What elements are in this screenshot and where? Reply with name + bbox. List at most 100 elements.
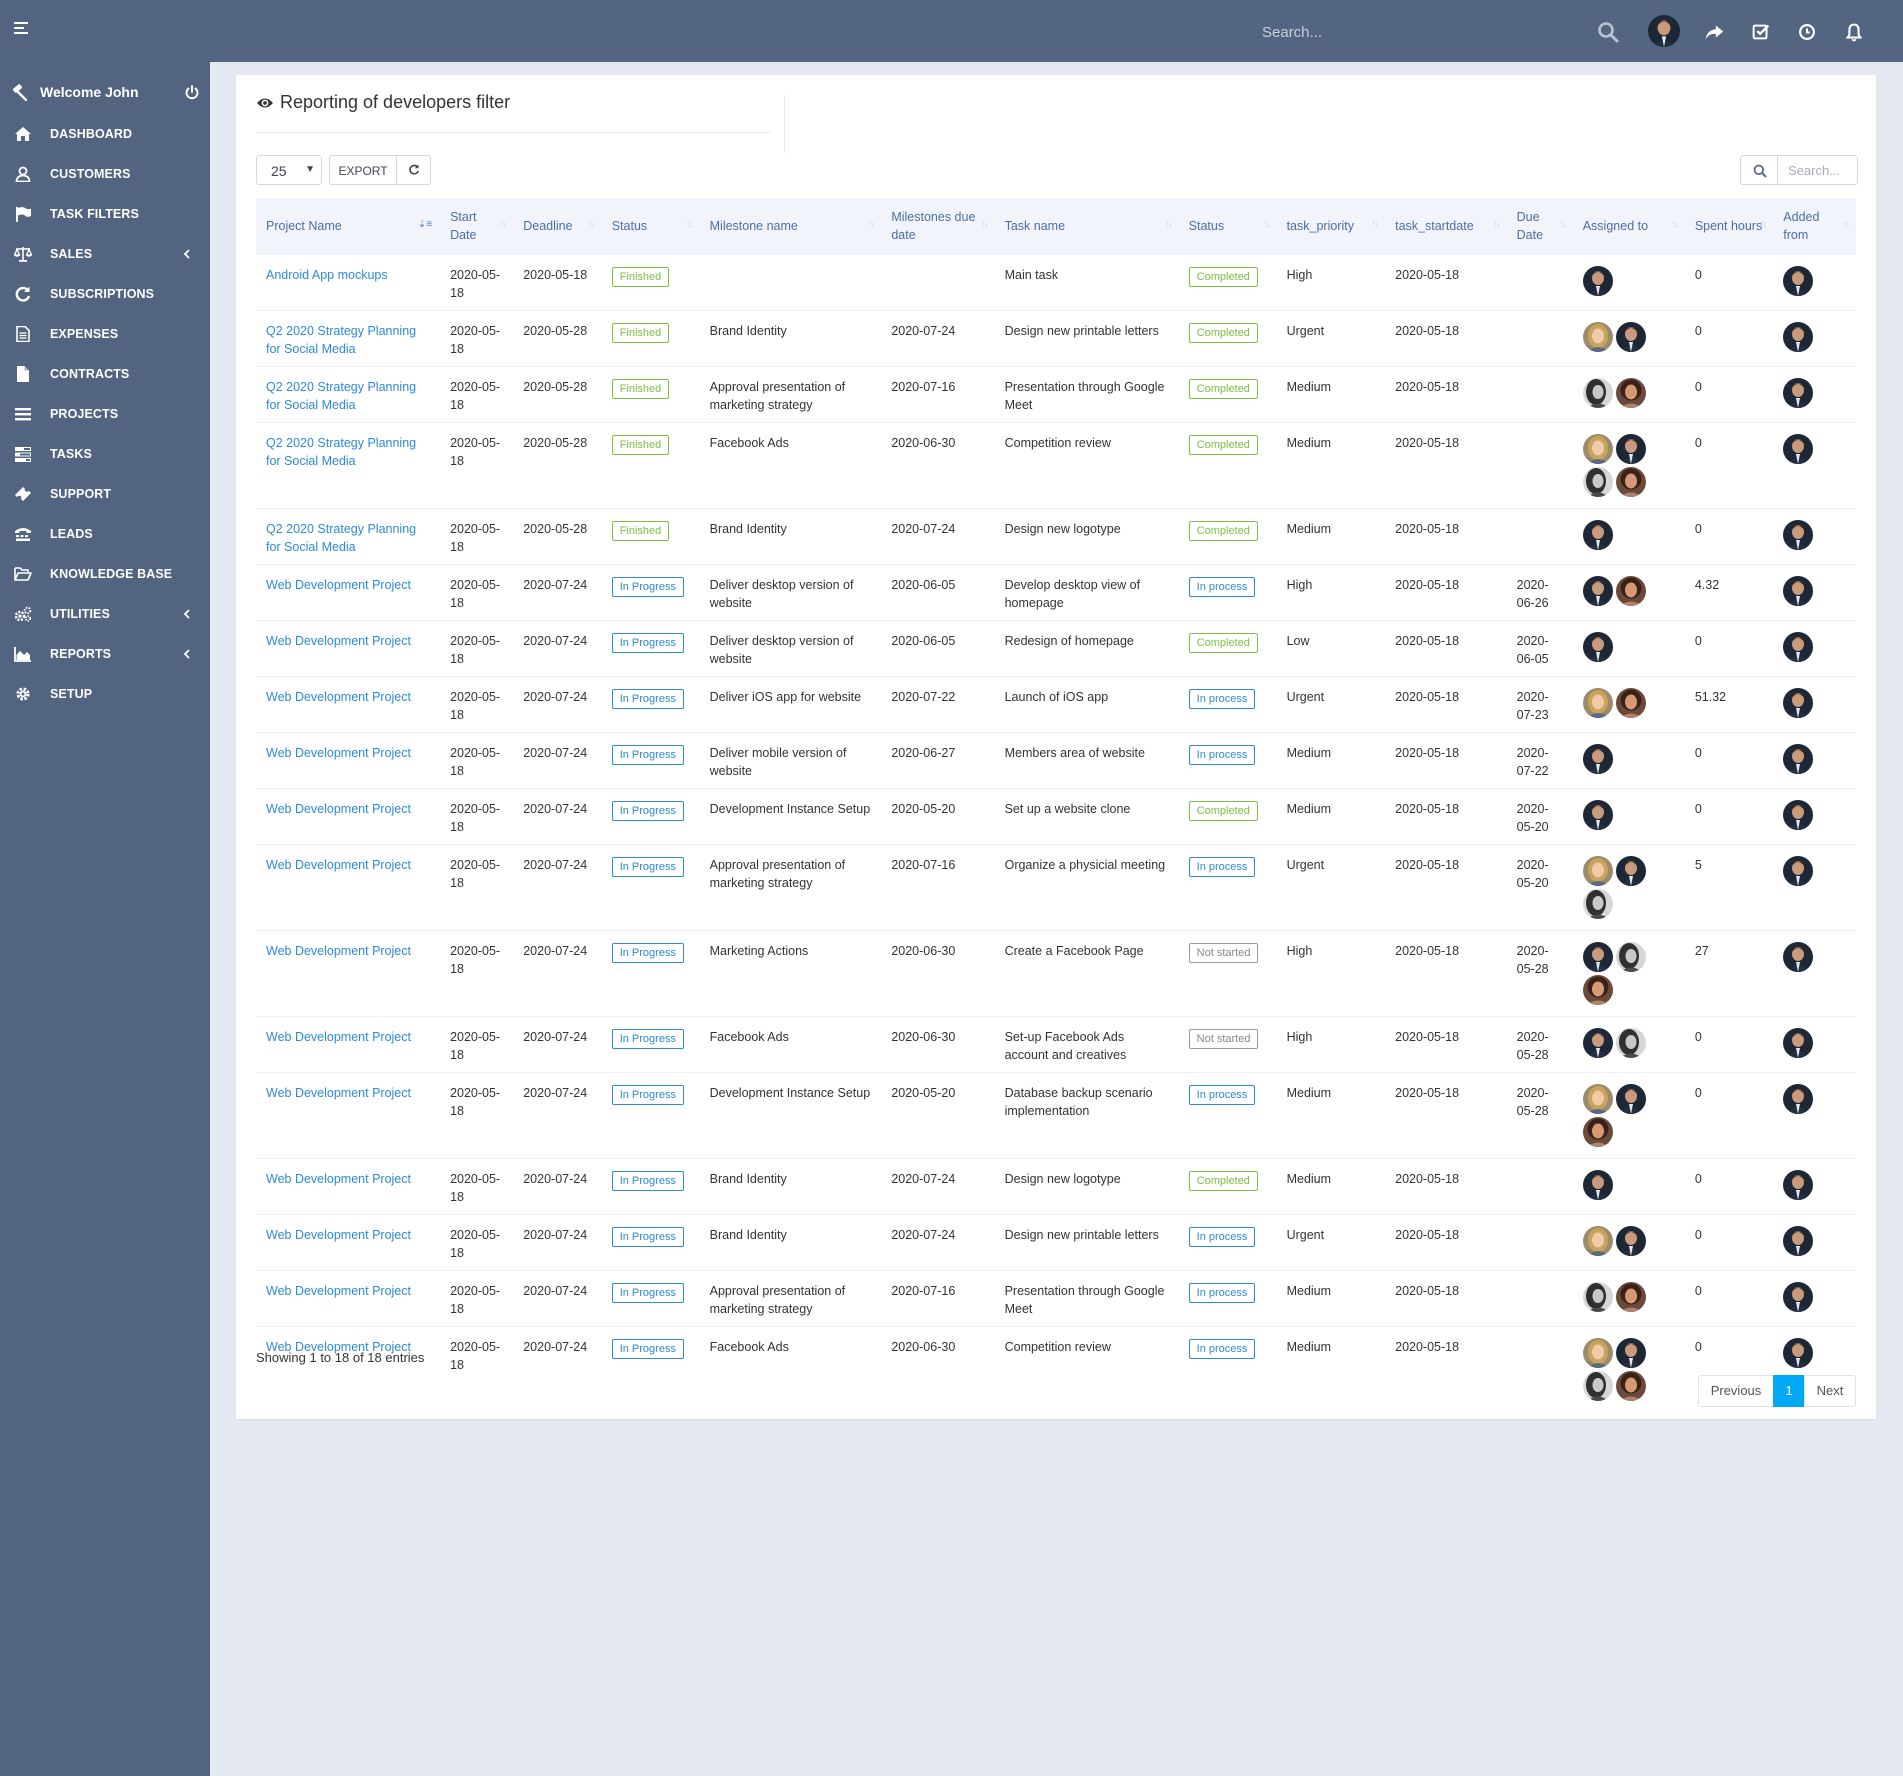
column-header-milestone-name[interactable]: Milestone name ↑↓ (699, 198, 882, 255)
male-avatar[interactable] (1615, 322, 1646, 352)
column-header-milestones-due-date[interactable]: Milestones due date ↑↓ (881, 198, 995, 255)
menu-icon[interactable] (14, 22, 28, 37)
sidebar-item-task-filters[interactable]: TASK FILTERS (0, 194, 210, 234)
project-link[interactable]: Web Development Project (266, 944, 411, 958)
curly-avatar[interactable] (1582, 1117, 1613, 1147)
sidebar-item-leads[interactable]: LEADS (0, 514, 210, 554)
clock-icon[interactable] (1796, 21, 1818, 43)
male-avatar[interactable] (1783, 378, 1814, 408)
bw-avatar[interactable] (1582, 1282, 1613, 1312)
curly-avatar[interactable] (1615, 467, 1646, 497)
male-avatar[interactable] (1783, 1170, 1814, 1200)
table-search-input[interactable] (1777, 155, 1858, 185)
blonde-avatar[interactable] (1582, 1226, 1613, 1256)
blonde-avatar[interactable] (1582, 434, 1613, 464)
male-avatar[interactable] (1582, 266, 1613, 296)
male-avatar[interactable] (1615, 1338, 1646, 1368)
male-avatar[interactable] (1582, 800, 1613, 830)
male-avatar[interactable] (1783, 520, 1814, 550)
user-avatar[interactable] (1648, 15, 1680, 47)
male-avatar[interactable] (1615, 1084, 1646, 1114)
male-avatar[interactable] (1582, 576, 1613, 606)
column-header-task-startdate[interactable]: task_startdate ↑↓ (1385, 198, 1507, 255)
sidebar-item-knowledge-base[interactable]: KNOWLEDGE BASE (0, 554, 210, 594)
male-avatar[interactable] (1783, 800, 1814, 830)
bw-avatar[interactable] (1615, 942, 1646, 972)
project-link[interactable]: Web Development Project (266, 634, 411, 648)
male-avatar[interactable] (1783, 266, 1814, 296)
project-link[interactable]: Web Development Project (266, 858, 411, 872)
sidebar-item-utilities[interactable]: UTILITIES (0, 594, 210, 634)
curly-avatar[interactable] (1615, 688, 1646, 718)
blonde-avatar[interactable] (1582, 322, 1613, 352)
male-avatar[interactable] (1582, 520, 1613, 550)
sidebar-item-contracts[interactable]: CONTRACTS (0, 354, 210, 394)
project-link[interactable]: Web Development Project (266, 690, 411, 704)
curly-avatar[interactable] (1615, 1282, 1646, 1312)
column-header-deadline[interactable]: Deadline ↑↓ (513, 198, 602, 255)
bell-icon[interactable] (1843, 21, 1865, 43)
curly-avatar[interactable] (1615, 1371, 1646, 1401)
bw-avatar[interactable] (1582, 889, 1613, 919)
bw-avatar[interactable] (1582, 467, 1613, 497)
column-header-start-date[interactable]: Start Date ↑↓ (440, 198, 514, 255)
male-avatar[interactable] (1783, 1338, 1814, 1368)
next-page-button[interactable]: Next (1804, 1375, 1856, 1407)
blonde-avatar[interactable] (1582, 1338, 1613, 1368)
sidebar-item-support[interactable]: SUPPORT (0, 474, 210, 514)
column-header-spent-hours[interactable]: Spent hours ↑↓ (1684, 198, 1774, 255)
reload-button[interactable] (396, 155, 431, 185)
power-icon[interactable] (184, 84, 200, 100)
project-link[interactable]: Web Development Project (266, 1030, 411, 1044)
male-avatar[interactable] (1783, 942, 1814, 972)
male-avatar[interactable] (1615, 856, 1646, 886)
project-link[interactable]: Android App mockups (266, 268, 388, 282)
sidebar-item-sales[interactable]: SALES (0, 234, 210, 274)
sidebar-item-tasks[interactable]: TASKS (0, 434, 210, 474)
male-avatar[interactable] (1783, 1028, 1814, 1058)
global-search-input[interactable] (1260, 16, 1624, 48)
column-header-added-from[interactable]: Added from ↑↓ (1773, 198, 1856, 255)
project-link[interactable]: Q2 2020 Strategy Planning for Social Med… (266, 324, 416, 356)
project-link[interactable]: Q2 2020 Strategy Planning for Social Med… (266, 522, 416, 554)
project-link[interactable]: Web Development Project (266, 1086, 411, 1100)
male-avatar[interactable] (1615, 434, 1646, 464)
sidebar-item-expenses[interactable]: EXPENSES (0, 314, 210, 354)
bw-avatar[interactable] (1582, 1371, 1613, 1401)
male-avatar[interactable] (1582, 744, 1613, 774)
project-link[interactable]: Web Development Project (266, 1228, 411, 1242)
share-icon[interactable] (1703, 21, 1725, 43)
male-avatar[interactable] (1783, 322, 1814, 352)
bw-avatar[interactable] (1582, 378, 1613, 408)
sidebar-item-reports[interactable]: REPORTS (0, 634, 210, 674)
project-link[interactable]: Web Development Project (266, 746, 411, 760)
male-avatar[interactable] (1615, 1226, 1646, 1256)
curly-avatar[interactable] (1615, 378, 1646, 408)
table-search-button[interactable] (1740, 155, 1778, 185)
male-avatar[interactable] (1783, 856, 1814, 886)
column-header-project-status[interactable]: Status ↑↓ (601, 198, 700, 255)
column-header-task-name[interactable]: Task name ↑↓ (994, 198, 1179, 255)
blonde-avatar[interactable] (1582, 1084, 1613, 1114)
male-avatar[interactable] (1582, 942, 1613, 972)
column-header-task-priority[interactable]: task_priority ↑↓ (1276, 198, 1386, 255)
project-link[interactable]: Web Development Project (266, 1284, 411, 1298)
bw-avatar[interactable] (1615, 1028, 1646, 1058)
column-header-task-status[interactable]: Status ↑↓ (1178, 198, 1277, 255)
check-square-icon[interactable] (1750, 21, 1772, 43)
column-header-assigned-to[interactable]: Assigned to ↑↓ (1572, 198, 1685, 255)
male-avatar[interactable] (1783, 1226, 1814, 1256)
sidebar-item-dashboard[interactable]: DASHBOARD (0, 114, 210, 154)
project-link[interactable]: Q2 2020 Strategy Planning for Social Med… (266, 380, 416, 412)
column-header-project-name[interactable]: Project Name ⇣≡ (256, 198, 441, 255)
male-avatar[interactable] (1783, 744, 1814, 774)
male-avatar[interactable] (1783, 1282, 1814, 1312)
export-button[interactable]: EXPORT (329, 155, 397, 185)
column-header-due-date[interactable]: Due Date ↑↓ (1506, 198, 1573, 255)
curly-avatar[interactable] (1582, 975, 1613, 1005)
search-icon[interactable] (1596, 20, 1620, 44)
male-avatar[interactable] (1783, 576, 1814, 606)
curly-avatar[interactable] (1615, 576, 1646, 606)
page-length-select[interactable]: 25 ▼ (256, 155, 322, 185)
male-avatar[interactable] (1783, 688, 1814, 718)
